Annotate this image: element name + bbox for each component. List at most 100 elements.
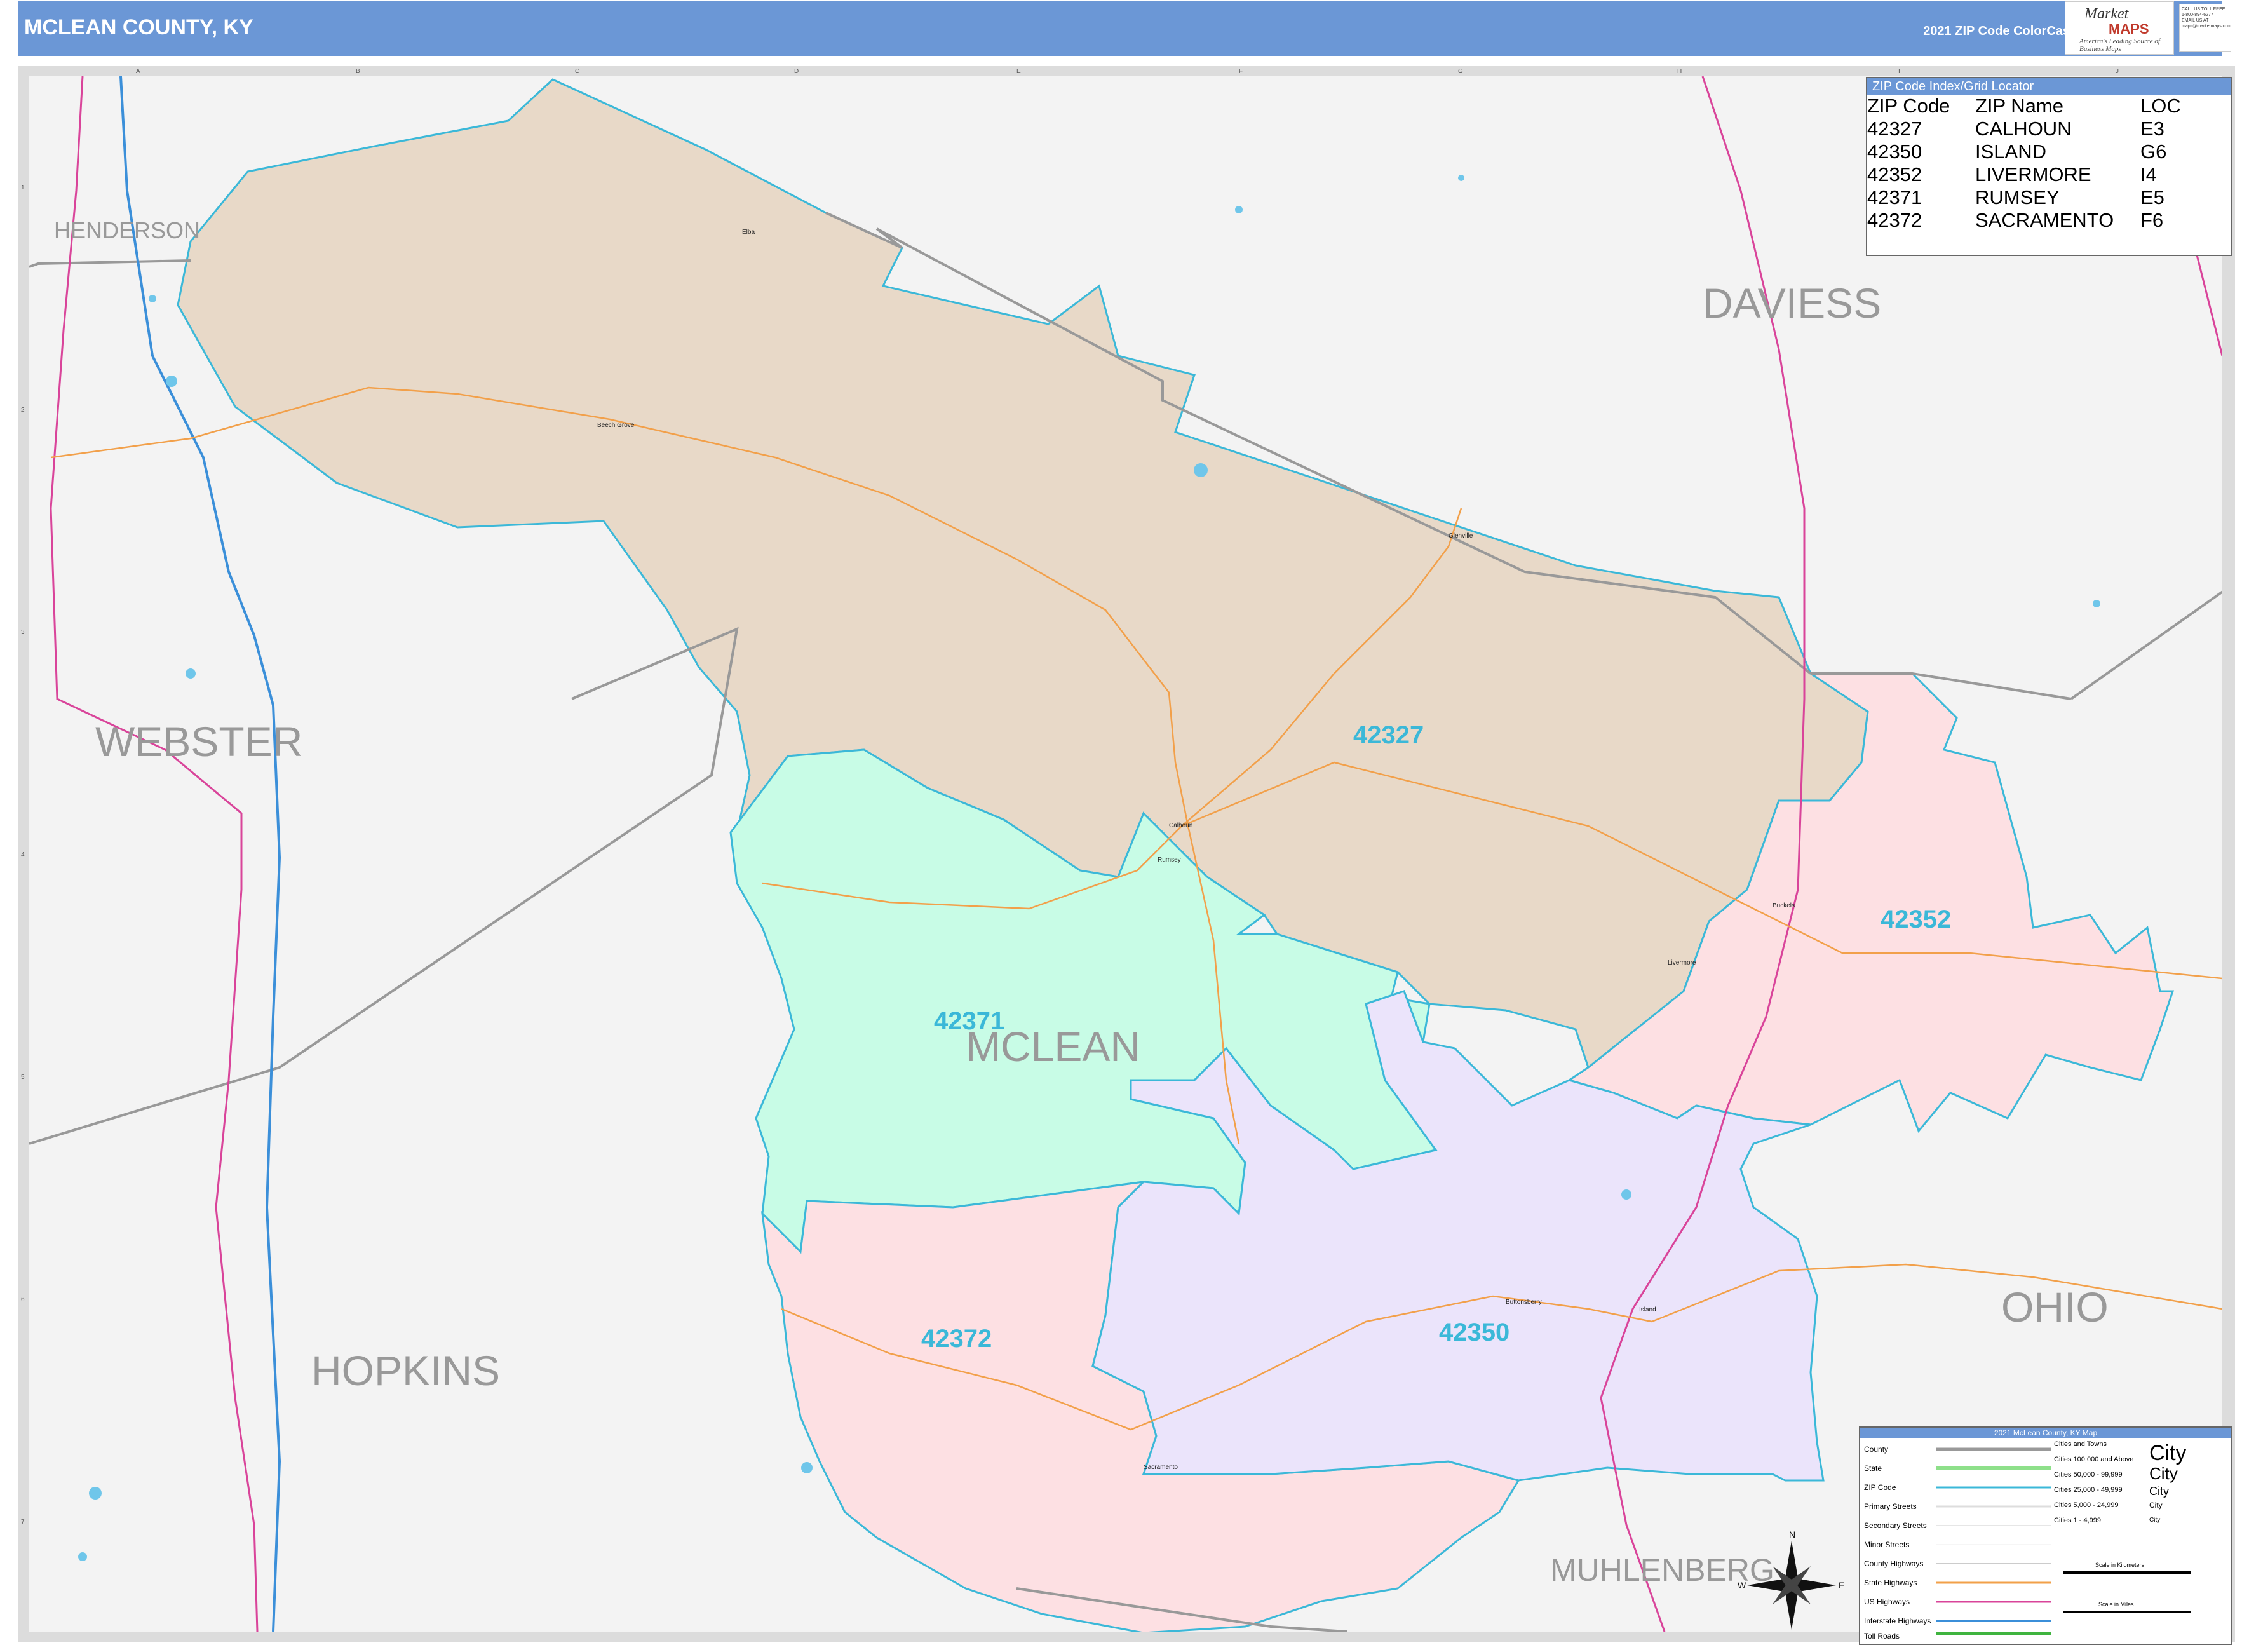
legend-city-tier: Cities 25,000 - 49,999	[2054, 1486, 2123, 1494]
header-bar: MCLEAN COUNTY, KY 2021 ZIP Code ColorCas…	[18, 1, 2222, 56]
legend-swatches	[1936, 1447, 2051, 1635]
compass-label-w: W	[1738, 1580, 1746, 1590]
zip-loc-cell: I4	[2140, 163, 2157, 186]
map-title: MCLEAN COUNTY, KY	[24, 15, 253, 39]
table-row[interactable]: 42350 ISLAND G6	[1867, 140, 2181, 163]
grid-col-e: E	[1016, 68, 1021, 75]
zip-label-42371[interactable]: 42371	[934, 1007, 1004, 1035]
place-label-elba: Elba	[742, 229, 755, 236]
compass-label-e: E	[1839, 1580, 1844, 1590]
zip-label-42350[interactable]: 42350	[1439, 1318, 1509, 1346]
zip-code-cell: 42372	[1867, 209, 1922, 231]
grid-col-g: G	[1458, 68, 1463, 75]
zip-code-cell: 42350	[1867, 140, 1922, 163]
place-label-buttonsberry: Buttonsberry	[1506, 1299, 1542, 1306]
logo-tagline: America's Leading Source of Business Map…	[2079, 37, 2160, 53]
county-label-hopkins: HOPKINS	[311, 1347, 500, 1394]
legend-item: Primary Streets	[1864, 1502, 1917, 1511]
legend-city-tier: Cities 1 - 4,999	[2054, 1517, 2101, 1524]
zip-code-cell: 42352	[1867, 163, 1922, 186]
column-header: ZIP Name	[1975, 95, 2063, 117]
contact-line: CALL US TOLL FREE	[2182, 7, 2225, 11]
grid-row-2: 2	[21, 407, 25, 414]
grid-row-4: 4	[21, 851, 25, 858]
zip-label-42327[interactable]: 42327	[1353, 721, 1424, 749]
map-legend: 2021 McLean County, KY Map County State …	[1859, 1426, 2232, 1645]
table-row[interactable]: 42371 RUMSEY E5	[1867, 186, 2181, 209]
zip-loc-cell: E5	[2140, 186, 2164, 208]
zip-name-cell: ISLAND	[1975, 140, 2046, 163]
legend-title: 2021 McLean County, KY Map	[1860, 1428, 2231, 1438]
grid-row-5: 5	[21, 1074, 25, 1081]
legend-city-tier: Cities 5,000 - 24,999	[2054, 1501, 2119, 1509]
grid-col-d: D	[794, 68, 799, 75]
legend-item: State Highways	[1864, 1578, 1917, 1587]
table-row[interactable]: 42327 CALHOUN E3	[1867, 118, 2181, 140]
legend-item: Secondary Streets	[1864, 1521, 1927, 1530]
table-row[interactable]: 42372 SACRAMENTO F6	[1867, 209, 2181, 232]
county-label-daviess: DAVIESS	[1703, 280, 1881, 327]
zip-name-cell: LIVERMORE	[1975, 163, 2091, 186]
legend-city-tier: Cities 50,000 - 99,999	[2054, 1471, 2123, 1479]
scale-mi-label: Scale in Miles	[2098, 1601, 2134, 1608]
place-label-island: Island	[1639, 1306, 1656, 1313]
legend-city-sample: City	[2149, 1485, 2169, 1498]
zip-index-title: ZIP Code Index/Grid Locator	[1867, 78, 2231, 95]
zip-label-42372[interactable]: 42372	[921, 1325, 992, 1353]
legend-item: ZIP Code	[1864, 1483, 1896, 1492]
column-header: LOC	[2140, 95, 2181, 117]
legend-city-sample: City	[2149, 1441, 2187, 1465]
scale-km-label: Scale in Kilometers	[2095, 1562, 2145, 1568]
legend-item: Interstate Highways	[1864, 1616, 1931, 1625]
scale-bar-mi	[2063, 1611, 2191, 1613]
zip-loc-cell: F6	[2140, 209, 2164, 231]
place-label-buckels: Buckels	[1773, 902, 1795, 909]
place-label-rumsey: Rumsey	[1158, 856, 1181, 863]
place-label-livermore: Livermore	[1668, 959, 1696, 966]
legend-item: State	[1864, 1464, 1882, 1473]
contact-line: maps@marketmaps.com	[2182, 24, 2231, 29]
grid-row-3: 3	[21, 629, 25, 636]
table-row[interactable]: 42352 LIVERMORE I4	[1867, 163, 2181, 186]
legend-city-sample: City	[2149, 1501, 2163, 1510]
zip-code-cell: 42371	[1867, 186, 1922, 208]
scale-bar-km	[2063, 1571, 2191, 1574]
compass-label-n: N	[1789, 1529, 1795, 1540]
contact-line: EMAIL US AT	[2182, 18, 2209, 23]
legend-city-sample: City	[2149, 1464, 2178, 1483]
grid-col-c: C	[575, 68, 580, 75]
legend-city-tier: Cities 100,000 and Above	[2054, 1456, 2134, 1463]
market-maps-logo: Market MAPS America's Leading Source of …	[2065, 1, 2174, 55]
grid-row-7: 7	[21, 1519, 25, 1526]
legend-item: Toll Roads	[1864, 1632, 1900, 1641]
grid-row-1: 1	[21, 184, 25, 191]
county-label-ohio: OHIO	[2001, 1283, 2109, 1330]
logo-line2: MAPS	[2109, 21, 2149, 37]
contact-box: CALL US TOLL FREE 1-800-894-6277 EMAIL U…	[2179, 4, 2231, 52]
grid-col-a: A	[136, 68, 140, 75]
legend-item: US Highways	[1864, 1597, 1910, 1606]
zip-label-42352[interactable]: 42352	[1881, 905, 1951, 933]
place-label-glenville: Glenville	[1449, 532, 1473, 539]
logo-line1: Market	[2084, 6, 2129, 22]
contact-line: 1-800-894-6277	[2182, 13, 2213, 17]
place-label-sacramento: Sacramento	[1144, 1464, 1178, 1471]
zip-name-cell: SACRAMENTO	[1975, 209, 2114, 231]
zip-index-box: ZIP Code Index/Grid Locator ZIP Code ZIP…	[1866, 77, 2232, 256]
grid-col-h: H	[1677, 68, 1682, 75]
legend-city-sample: City	[2149, 1517, 2161, 1524]
zip-index-table: ZIP Code ZIP Name LOC 42327 CALHOUN E3 4…	[1867, 95, 2181, 232]
county-label-webster: WEBSTER	[95, 718, 302, 765]
legend-item: County Highways	[1864, 1559, 1924, 1568]
place-label-calhoun: Calhoun	[1169, 822, 1192, 829]
zip-code-cell: 42327	[1867, 118, 1922, 140]
zip-loc-cell: E3	[2140, 118, 2164, 140]
grid-row-6: 6	[21, 1296, 25, 1303]
map-canvas[interactable]: HENDERSON DAVIESS WEBSTER MCLEAN OHIO HO…	[29, 76, 2222, 1632]
grid-col-b: B	[356, 68, 360, 75]
zip-name-cell: RUMSEY	[1975, 186, 2060, 208]
legend-cities-title: Cities and Towns	[2054, 1440, 2107, 1448]
table-header-row: ZIP Code ZIP Name LOC	[1867, 95, 2181, 118]
zip-loc-cell: G6	[2140, 140, 2167, 163]
grid-col-j: J	[2116, 68, 2119, 75]
